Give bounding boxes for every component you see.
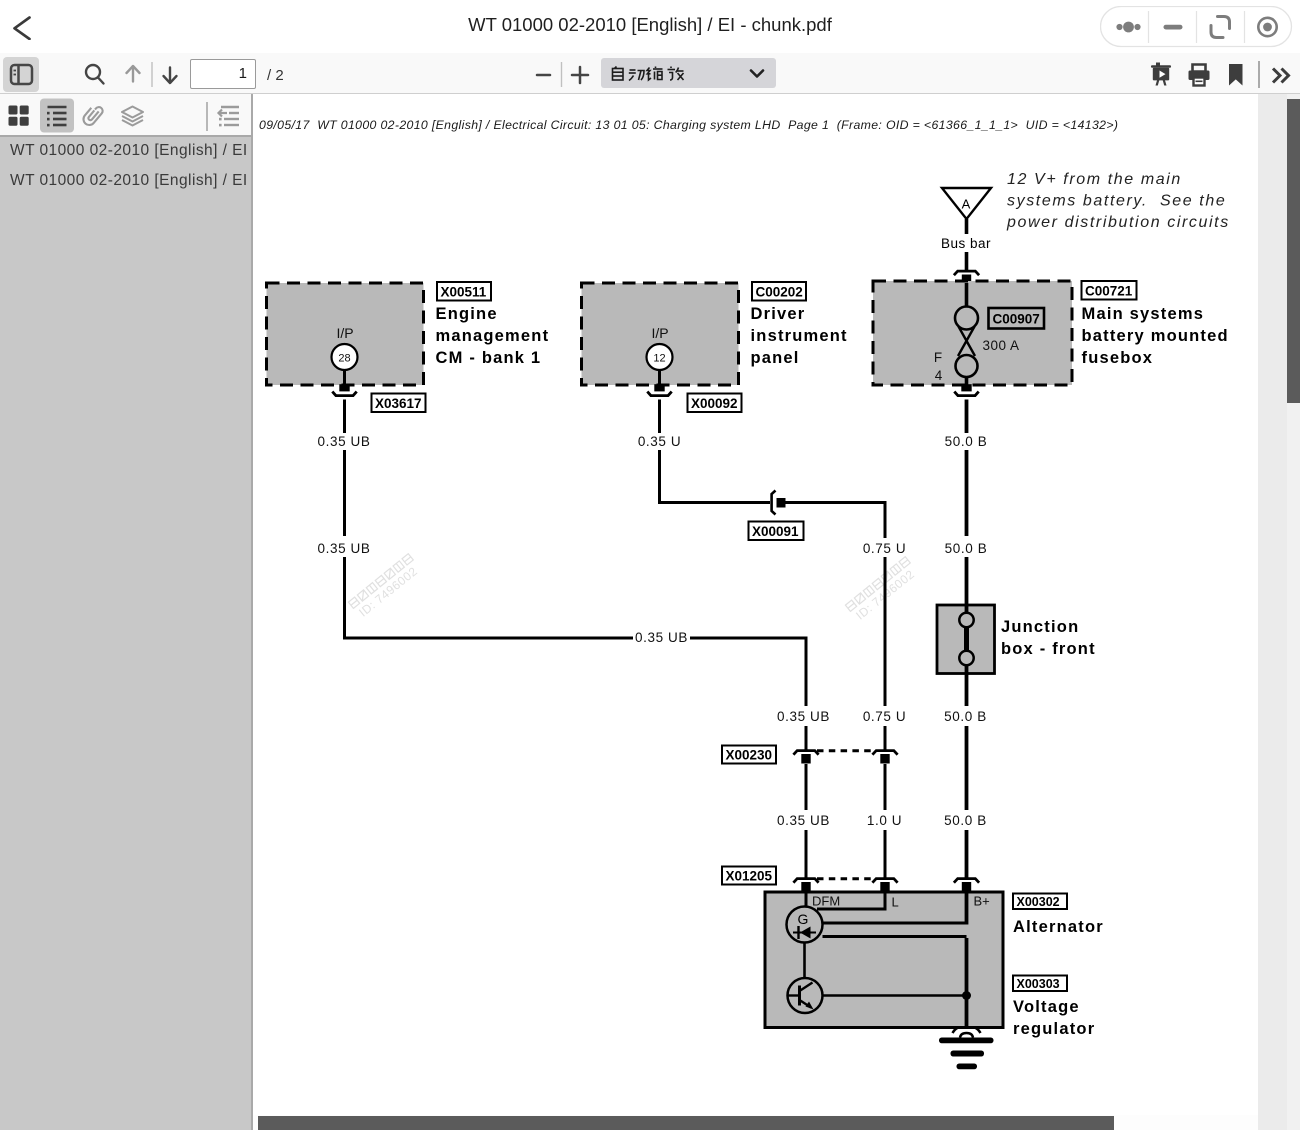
svg-text:300 A: 300 A: [983, 338, 1020, 353]
svg-text:28: 28: [338, 353, 350, 365]
svg-text:X00230: X00230: [726, 748, 773, 763]
svg-text:1.0 U: 1.0 U: [867, 813, 902, 828]
svg-text:Alternator: Alternator: [1013, 918, 1104, 936]
svg-text:12: 12: [653, 353, 665, 365]
svg-text:B+: B+: [974, 894, 990, 909]
svg-text:0.35 U: 0.35 U: [638, 434, 681, 449]
svg-text:CM - bank 1: CM - bank 1: [436, 349, 542, 367]
svg-text:regulator: regulator: [1013, 1020, 1095, 1038]
svg-text:A: A: [962, 197, 971, 212]
svg-text:50.0 B: 50.0 B: [944, 709, 987, 724]
svg-text:box - front: box - front: [1001, 640, 1096, 658]
svg-text:4: 4: [935, 368, 943, 383]
svg-text:Bus bar: Bus bar: [941, 236, 991, 251]
svg-text:0.75 U: 0.75 U: [863, 541, 906, 556]
svg-text:panel: panel: [751, 349, 800, 367]
svg-text:C00202: C00202: [756, 285, 803, 300]
svg-text:X00092: X00092: [691, 396, 738, 411]
svg-text:systems battery. See the: systems battery. See the: [1007, 193, 1226, 210]
svg-text:Engine: Engine: [436, 305, 498, 323]
svg-text:0.75 U: 0.75 U: [863, 709, 906, 724]
svg-text:C00907: C00907: [993, 312, 1040, 327]
svg-text:0.35 UB: 0.35 UB: [777, 813, 830, 828]
svg-text:Voltage: Voltage: [1013, 998, 1080, 1016]
svg-text:Junction: Junction: [1001, 618, 1079, 636]
svg-text:12 V+ from the main: 12 V+ from the main: [1007, 171, 1182, 188]
svg-text:0.35 UB: 0.35 UB: [777, 709, 830, 724]
svg-text:DFM: DFM: [812, 894, 840, 909]
svg-text:50.0 B: 50.0 B: [944, 813, 987, 828]
svg-text:X00303: X00303: [1017, 977, 1060, 991]
svg-text:0.35 UB: 0.35 UB: [635, 630, 688, 645]
svg-text:management: management: [436, 327, 550, 345]
svg-text:Main systems: Main systems: [1082, 305, 1205, 323]
svg-text:X00091: X00091: [752, 524, 799, 539]
svg-text:L: L: [892, 895, 899, 910]
svg-text:X00511: X00511: [441, 285, 487, 300]
svg-text:power distribution circuits: power distribution circuits: [1006, 214, 1230, 231]
svg-text:50.0 B: 50.0 B: [945, 434, 988, 449]
svg-text:09/05/17 WT 01000 02-2010 [En: 09/05/17 WT 01000 02-2010 [English] / El…: [259, 118, 1118, 132]
svg-text:G: G: [798, 911, 809, 927]
svg-text:instrument: instrument: [751, 327, 848, 345]
svg-text:X01205: X01205: [726, 869, 773, 884]
svg-text:50.0 B: 50.0 B: [945, 541, 988, 556]
svg-text:battery mounted: battery mounted: [1082, 327, 1229, 345]
svg-text:0.35 UB: 0.35 UB: [318, 541, 371, 556]
svg-text:Driver: Driver: [751, 305, 806, 323]
svg-text:I/P: I/P: [336, 325, 353, 341]
svg-text:I/P: I/P: [651, 325, 668, 341]
svg-text:X00302: X00302: [1017, 895, 1060, 909]
svg-text:0.35 UB: 0.35 UB: [318, 434, 371, 449]
svg-text:C00721: C00721: [1085, 284, 1133, 299]
svg-text:F: F: [934, 350, 942, 365]
svg-text:fusebox: fusebox: [1082, 349, 1154, 367]
svg-text:X03617: X03617: [375, 396, 422, 411]
